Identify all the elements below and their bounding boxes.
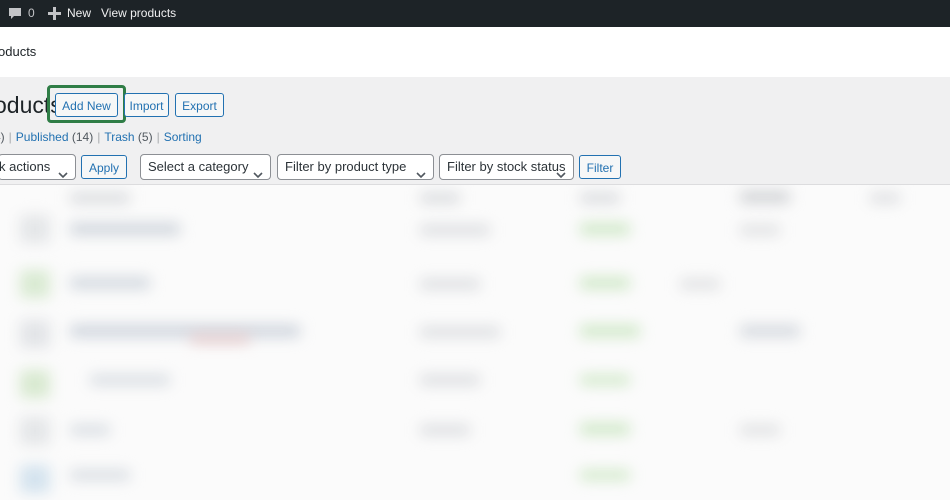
blurred-content <box>580 277 630 289</box>
separator: | <box>97 130 101 144</box>
trash-link[interactable]: Trash <box>104 130 134 144</box>
comments-link[interactable]: 0 <box>8 0 35 27</box>
blurred-content <box>70 325 300 337</box>
filter-button[interactable]: Filter <box>579 155 621 179</box>
comments-count: 0 <box>28 6 35 20</box>
blurred-content <box>70 277 150 289</box>
separator: | <box>156 130 160 144</box>
view-products-link[interactable]: View products <box>101 0 176 27</box>
breadcrumb: oducts <box>0 44 37 59</box>
export-button[interactable]: Export <box>175 93 224 117</box>
all-count: 4) <box>0 130 5 144</box>
blurred-content <box>420 193 460 203</box>
blurred-content <box>420 425 470 435</box>
bulk-actions-value: k actions <box>0 159 51 174</box>
category-select[interactable]: Select a category <box>140 154 271 180</box>
blurred-content <box>580 325 640 337</box>
product-type-value: Filter by product type <box>285 159 407 174</box>
blurred-content <box>740 425 780 435</box>
blurred-content <box>70 425 110 435</box>
chevron-down-icon <box>556 163 566 179</box>
blurred-content <box>20 370 50 398</box>
trash-count: (5) <box>137 130 153 144</box>
blurred-content <box>580 423 630 435</box>
admin-bar: 0 New View products <box>0 0 950 27</box>
new-label: New <box>67 6 92 20</box>
blurred-content <box>20 270 50 298</box>
status-views: 4)|Published (14)|Trash (5)|Sorting <box>0 130 202 144</box>
comment-bubble-icon <box>8 7 22 21</box>
apply-button[interactable]: Apply <box>81 155 127 179</box>
product-type-select[interactable]: Filter by product type <box>277 154 434 180</box>
blurred-content <box>70 223 180 235</box>
chevron-down-icon <box>416 163 426 179</box>
blurred-content <box>580 375 630 385</box>
add-new-button[interactable]: Add New <box>55 93 118 117</box>
blurred-content <box>580 470 630 480</box>
import-button[interactable]: Import <box>124 93 169 117</box>
products-table-blurred <box>0 185 950 500</box>
separator: | <box>8 130 12 144</box>
blurred-content <box>70 193 130 203</box>
chevron-down-icon <box>253 163 263 179</box>
blurred-content <box>70 470 130 480</box>
new-content-link[interactable]: New <box>48 0 91 27</box>
bulk-actions-select[interactable]: k actions <box>0 154 76 180</box>
published-link[interactable]: Published <box>16 130 69 144</box>
blurred-content <box>420 375 480 385</box>
blurred-content <box>20 215 50 243</box>
category-value: Select a category <box>148 159 249 174</box>
blurred-content <box>580 223 630 235</box>
blurred-content <box>20 417 50 445</box>
blurred-content <box>20 465 50 493</box>
blurred-content <box>20 320 50 348</box>
page-header <box>0 27 950 77</box>
plus-icon <box>48 7 61 20</box>
blurred-content <box>580 193 620 203</box>
sorting-link[interactable]: Sorting <box>164 130 202 144</box>
blurred-content <box>420 225 490 235</box>
blurred-content <box>870 193 900 203</box>
blurred-content <box>680 279 720 289</box>
chevron-down-icon <box>58 163 68 179</box>
blurred-content <box>740 225 780 235</box>
blurred-content <box>740 325 800 337</box>
blurred-content <box>420 279 480 289</box>
blurred-content <box>90 375 170 385</box>
stock-status-value: Filter by stock status <box>447 159 566 174</box>
blurred-content <box>190 335 250 343</box>
published-count: (14) <box>71 130 94 144</box>
stock-status-select[interactable]: Filter by stock status <box>439 154 574 180</box>
blurred-content <box>420 327 500 337</box>
blurred-content <box>740 191 790 203</box>
